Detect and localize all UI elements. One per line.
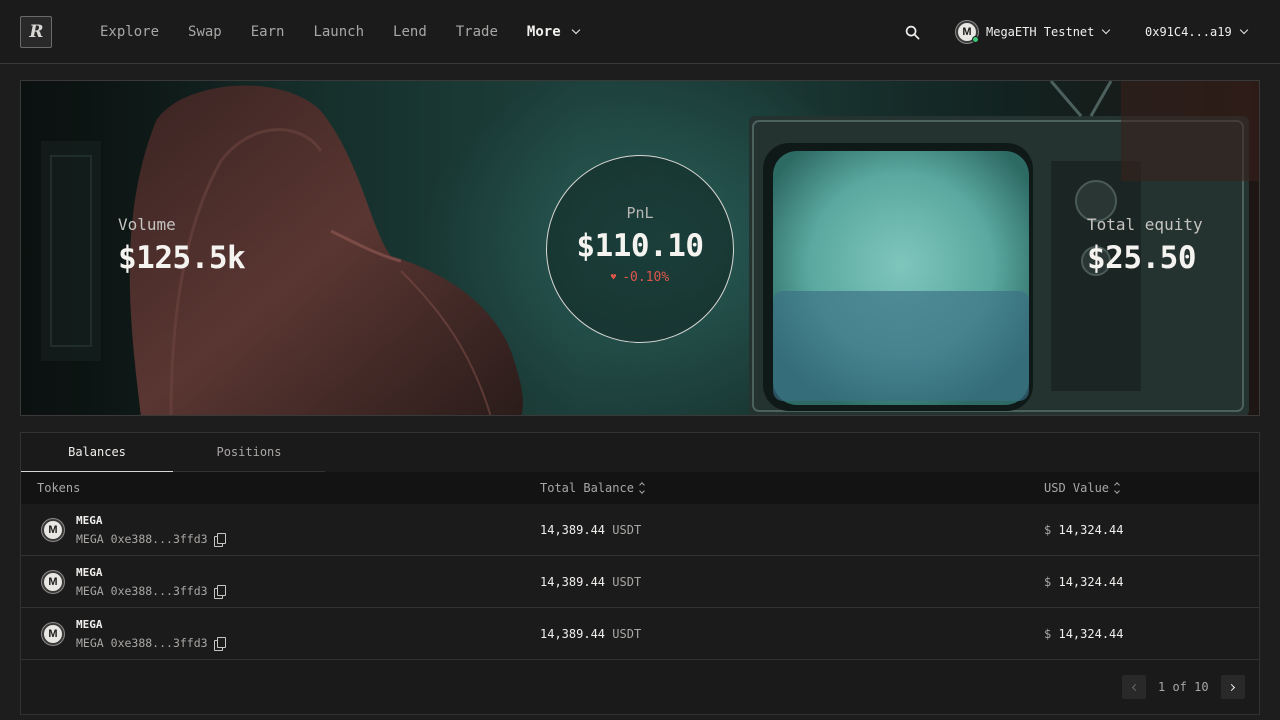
nav-link-trade[interactable]: Trade — [456, 24, 498, 40]
nav-more-label: More — [526, 24, 561, 40]
token-symbol: MEGA — [76, 636, 104, 650]
currency-symbol: $ — [1044, 627, 1052, 641]
volume-stat: Volume $125.5k — [118, 215, 246, 276]
column-label: USD Value — [1044, 481, 1110, 495]
balances-panel: Balances Positions Tokens Total Balance … — [20, 432, 1260, 715]
sort-icon[interactable] — [639, 482, 645, 494]
page-indicator: 1 of 10 — [1158, 680, 1209, 694]
panel-tabs: Balances Positions — [21, 433, 325, 472]
table-header: Tokens Total Balance USD Value — [21, 472, 1259, 504]
sort-icon[interactable] — [1114, 482, 1120, 494]
mega-token-icon: M — [42, 519, 64, 541]
column-header-usd-value[interactable]: USD Value — [1044, 481, 1120, 495]
total-equity-label: Total equity — [1087, 215, 1203, 234]
chevron-down-icon — [1239, 25, 1248, 35]
usd-value-cell: $ 14,324.44 — [1044, 627, 1124, 641]
balance-unit: USDT — [612, 575, 642, 589]
nav-link-explore[interactable]: Explore — [100, 24, 159, 40]
token-subtitle: MEGA 0xe388...3ffd3 — [76, 532, 226, 547]
token-address: 0xe388...3ffd3 — [110, 532, 208, 546]
chevron-down-icon — [1102, 25, 1111, 35]
chevron-right-icon — [1228, 683, 1236, 691]
usd-value-cell: $ 14,324.44 — [1044, 523, 1124, 537]
tab-positions[interactable]: Positions — [173, 433, 325, 472]
column-label: Tokens — [37, 481, 81, 495]
balance-amount: 14,389.44 — [540, 575, 606, 589]
next-page-button[interactable] — [1220, 675, 1245, 699]
volume-value: $125.5k — [118, 240, 246, 276]
table-row[interactable]: M MEGA MEGA 0xe388...3ffd3 14,389.44 USD… — [21, 504, 1259, 556]
token-name: MEGA — [76, 514, 103, 527]
pnl-label: PnL — [626, 204, 654, 222]
total-balance-cell: 14,389.44 USDT — [540, 575, 641, 589]
nav-link-lend[interactable]: Lend — [393, 24, 427, 40]
token-symbol: MEGA — [76, 532, 104, 546]
usd-value-cell: $ 14,324.44 — [1044, 575, 1124, 589]
balance-amount: 14,389.44 — [540, 627, 606, 641]
token-subtitle: MEGA 0xe388...3ffd3 — [76, 636, 226, 651]
usd-amount: 14,324.44 — [1058, 627, 1124, 641]
column-label: Total Balance — [540, 481, 634, 495]
nav-link-earn[interactable]: Earn — [251, 24, 285, 40]
down-triangle-icon: ♥ — [610, 272, 617, 283]
pnl-circle: PnL $110.10 ♥ -0.10% — [546, 155, 734, 343]
token-icon-letter: M — [48, 576, 58, 588]
network-label: MegaETH Testnet — [986, 25, 1095, 39]
balance-unit: USDT — [612, 523, 642, 537]
balance-unit: USDT — [612, 627, 642, 641]
nav-link-launch[interactable]: Launch — [313, 24, 364, 40]
total-equity-value: $25.50 — [1087, 240, 1196, 276]
volume-label: Volume — [118, 215, 176, 234]
mega-token-icon: M — [42, 623, 64, 645]
nav-more-menu[interactable]: More — [526, 24, 580, 40]
chevron-left-icon — [1131, 683, 1139, 691]
pnl-change-value: -0.10% — [622, 270, 670, 285]
wallet-address: 0x91C4...a19 — [1145, 25, 1232, 39]
currency-symbol: $ — [1044, 523, 1052, 537]
column-header-total-balance[interactable]: Total Balance — [540, 481, 645, 495]
top-navbar: R Explore Swap Earn Launch Lend Trade Mo… — [0, 0, 1280, 64]
network-icon-letter: M — [962, 26, 972, 38]
column-header-tokens: Tokens — [37, 481, 80, 495]
total-balance-cell: 14,389.44 USDT — [540, 523, 641, 537]
mega-token-icon: M — [42, 571, 64, 593]
copy-icon[interactable] — [213, 636, 226, 651]
table-row[interactable]: M MEGA MEGA 0xe388...3ffd3 14,389.44 USD… — [21, 608, 1259, 660]
wallet-selector[interactable]: 0x91C4...a19 — [1145, 20, 1248, 44]
search-icon[interactable] — [905, 25, 920, 40]
pagination: 1 of 10 — [1122, 675, 1245, 699]
pnl-value: $110.10 — [576, 228, 704, 264]
network-selector[interactable]: M MegaETH Testnet — [956, 20, 1111, 44]
previous-page-button[interactable] — [1122, 675, 1146, 699]
pnl-change: ♥ -0.10% — [547, 270, 733, 285]
usd-amount: 14,324.44 — [1058, 575, 1124, 589]
chevron-down-icon — [571, 25, 580, 35]
total-balance-cell: 14,389.44 USDT — [540, 627, 641, 641]
token-symbol: MEGA — [76, 584, 104, 598]
app-logo[interactable]: R — [20, 16, 52, 48]
copy-icon[interactable] — [213, 532, 226, 547]
total-equity-stat: Total equity $25.50 — [1087, 215, 1203, 276]
table-row[interactable]: M MEGA MEGA 0xe388...3ffd3 14,389.44 USD… — [21, 556, 1259, 608]
token-address: 0xe388...3ffd3 — [110, 636, 208, 650]
tab-balances[interactable]: Balances — [21, 433, 173, 472]
usd-amount: 14,324.44 — [1058, 523, 1124, 537]
copy-icon[interactable] — [213, 584, 226, 599]
connected-status-dot — [972, 36, 979, 43]
token-subtitle: MEGA 0xe388...3ffd3 — [76, 584, 226, 599]
nav-link-swap[interactable]: Swap — [188, 24, 222, 40]
token-address: 0xe388...3ffd3 — [110, 584, 208, 598]
portfolio-hero-banner: Volume $125.5k PnL $110.10 ♥ -0.10% Tota… — [20, 80, 1260, 416]
balance-amount: 14,389.44 — [540, 523, 606, 537]
token-name: MEGA — [76, 566, 103, 579]
token-icon-letter: M — [48, 524, 58, 536]
token-icon-letter: M — [48, 628, 58, 640]
currency-symbol: $ — [1044, 575, 1052, 589]
token-name: MEGA — [76, 618, 103, 631]
megaeth-network-icon: M — [956, 21, 979, 43]
nav-links: Explore Swap Earn Launch Lend Trade More — [100, 0, 608, 64]
logo-glyph: R — [29, 22, 43, 42]
